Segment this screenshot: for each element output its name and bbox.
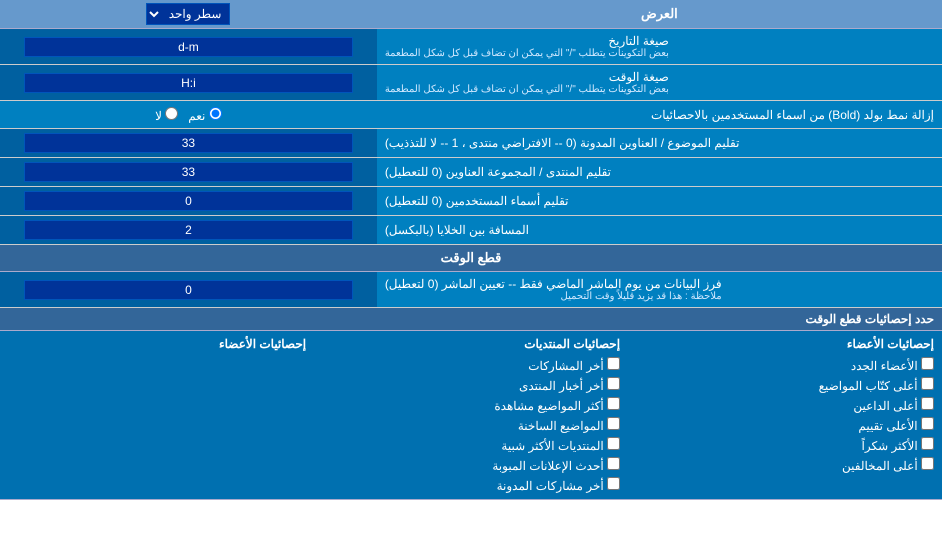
col3: إحصائيات الأعضاء الأعضاء الجدد أعلى كتّا… [628,331,942,499]
bold-stats-row: إزالة نمط بولد (Bold) من اسماء المستخدمي… [0,101,942,129]
cell-spacing-input[interactable] [24,220,352,240]
dropdown-container[interactable]: سطر واحد سطرين ثلاثة أسطر [0,0,377,28]
time-format-row: صيغة الوقت بعض التكوينات يتطلب "/" التي … [0,65,942,101]
forum-padding-input[interactable] [24,162,352,182]
cb-most-viewed: أكثر المواضيع مشاهدة [322,395,620,415]
cb-most-similar-forums-input[interactable] [607,437,620,450]
date-format-input[interactable] [24,37,352,57]
checkboxes-grid: إحصائيات الأعضاء الأعضاء الجدد أعلى كتّا… [0,331,942,499]
cb-most-similar-forums-label: المنتديات الأكثر شبية [501,439,603,453]
cutoff-input-container [0,272,377,307]
time-format-note: بعض التكوينات يتطلب "/" التي يمكن ان تضا… [385,84,669,95]
date-format-input-container [0,29,377,64]
cb-classified-ads-label: أحدث الإعلانات المبوبة [492,459,603,473]
date-format-row: صيغة التاريخ بعض التكوينات يتطلب "/" الت… [0,29,942,65]
cb-last-posts: أخر المشاركات [322,355,620,375]
display-mode-select[interactable]: سطر واحد سطرين ثلاثة أسطر [146,3,230,25]
col3-title: إحصائيات الأعضاء [636,335,934,355]
cb-top-authors-input[interactable] [921,377,934,390]
cutoff-title: فرز البيانات من يوم الماشر الماضي فقط --… [385,277,722,291]
cutoff-input[interactable] [24,280,352,300]
time-format-label: صيغة الوقت بعض التكوينات يتطلب "/" التي … [377,65,942,100]
bold-stats-label: إزالة نمط بولد (Bold) من اسماء المستخدمي… [377,104,942,126]
radio-no-label[interactable]: لا [155,107,178,123]
col1: إحصائيات الأعضاء [0,331,314,499]
cb-most-thanked: الأكثر شكراً [636,435,934,455]
title-padding-input[interactable] [24,133,352,153]
time-format-input-container [0,65,377,100]
cb-members-new-input[interactable] [921,357,934,370]
cb-top-recruiters-label: أعلى الداعين [853,399,917,413]
bold-stats-controls: نعم لا [0,103,377,127]
checkboxes-title: حدد إحصائيات قطع الوقت [0,308,942,331]
main-container: العرض سطر واحد سطرين ثلاثة أسطر صيغة الت… [0,0,942,500]
cb-top-rated-input[interactable] [921,417,934,430]
cb-blog-posts: أخر مشاركات المدونة [322,475,620,495]
cb-forum-news-label: أخر أخبار المنتدى [519,379,604,393]
cb-classified-ads-input[interactable] [607,457,620,470]
radio-yes[interactable] [209,107,222,120]
radio-no-text: لا [155,109,162,123]
cb-top-rated: الأعلى تقييم [636,415,934,435]
header-row: العرض سطر واحد سطرين ثلاثة أسطر [0,0,942,29]
title-padding-label: تقليم الموضوع / العناوين المدونة (0 -- ا… [377,129,942,157]
display-label: العرض [377,2,942,26]
cb-most-thanked-input[interactable] [921,437,934,450]
cb-top-rated-label: الأعلى تقييم [858,419,917,433]
cb-members-new: الأعضاء الجدد [636,355,934,375]
time-format-title: صيغة الوقت [385,70,669,84]
date-format-label: صيغة التاريخ بعض التكوينات يتطلب "/" الت… [377,29,942,64]
col1-title: إحصائيات الأعضاء [8,335,306,355]
date-format-note: بعض التكوينات يتطلب "/" التي يمكن ان تضا… [385,48,669,59]
cb-last-posts-label: أخر المشاركات [528,359,603,373]
cb-top-authors-label: أعلى كتّاب المواضيع [819,379,918,393]
cb-most-viewed-label: أكثر المواضيع مشاهدة [494,399,603,413]
time-format-input[interactable] [24,73,352,93]
forum-padding-row: تقليم المنتدى / المجموعة العناوين (0 للت… [0,158,942,187]
cb-top-violators-label: أعلى المخالفين [842,459,918,473]
cb-blog-posts-label: أخر مشاركات المدونة [497,479,604,493]
cb-hot-topics: المواضيع الساخنة [322,415,620,435]
cb-most-similar-forums: المنتديات الأكثر شبية [322,435,620,455]
radio-yes-text: نعم [188,109,205,123]
title-padding-row: تقليم الموضوع / العناوين المدونة (0 -- ا… [0,129,942,158]
cutoff-row: فرز البيانات من يوم الماشر الماضي فقط --… [0,272,942,308]
cb-most-thanked-label: الأكثر شكراً [862,439,918,453]
cb-top-authors: أعلى كتّاب المواضيع [636,375,934,395]
cutoff-label: فرز البيانات من يوم الماشر الماضي فقط --… [377,272,942,307]
cb-top-recruiters: أعلى الداعين [636,395,934,415]
usernames-padding-label: تقليم أسماء المستخدمين (0 للتعطيل) [377,187,942,215]
date-format-title: صيغة التاريخ [385,34,669,48]
cb-last-posts-input[interactable] [607,357,620,370]
usernames-padding-row: تقليم أسماء المستخدمين (0 للتعطيل) [0,187,942,216]
usernames-padding-input[interactable] [24,191,352,211]
cb-hot-topics-input[interactable] [607,417,620,430]
cutoff-section-title: قطع الوقت [0,245,942,272]
cb-top-violators: أعلى المخالفين [636,455,934,475]
radio-yes-label[interactable]: نعم [188,107,221,123]
cutoff-note: ملاحظة : هذا قد يزيد قليلاً وقت التحميل [385,291,722,302]
cb-forum-news: أخر أخبار المنتدى [322,375,620,395]
cb-blog-posts-input[interactable] [607,477,620,490]
cell-spacing-label: المسافة بين الخلايا (بالبكسل) [377,216,942,244]
cb-hot-topics-label: المواضيع الساخنة [518,419,604,433]
cb-members-new-label: الأعضاء الجدد [851,359,918,373]
usernames-padding-input-container [0,187,377,215]
forum-padding-input-container [0,158,377,186]
cell-spacing-row: المسافة بين الخلايا (بالبكسل) [0,216,942,245]
radio-no[interactable] [165,107,178,120]
cb-top-recruiters-input[interactable] [921,397,934,410]
cb-classified-ads: أحدث الإعلانات المبوبة [322,455,620,475]
cb-forum-news-input[interactable] [607,377,620,390]
cb-top-violators-input[interactable] [921,457,934,470]
title-padding-input-container [0,129,377,157]
col2-title: إحصائيات المنتديات [322,335,620,355]
cb-most-viewed-input[interactable] [607,397,620,410]
forum-padding-label: تقليم المنتدى / المجموعة العناوين (0 للت… [377,158,942,186]
cell-spacing-input-container [0,216,377,244]
col2: إحصائيات المنتديات أخر المشاركات أخر أخب… [314,331,628,499]
checkboxes-section: حدد إحصائيات قطع الوقت إحصائيات الأعضاء … [0,308,942,500]
